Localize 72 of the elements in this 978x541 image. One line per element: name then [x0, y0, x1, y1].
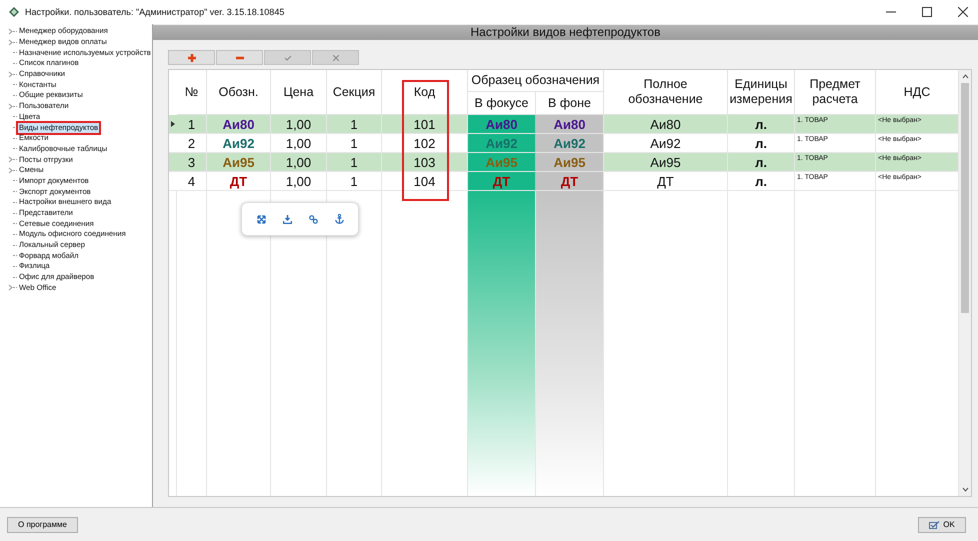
column-group-header: Образец обозначения	[471, 73, 600, 88]
download-icon[interactable]	[282, 214, 292, 224]
expand-icon[interactable]	[256, 214, 266, 224]
table-cell: Аи80	[554, 116, 586, 132]
app-icon	[8, 6, 20, 18]
table-cell: л.	[755, 136, 767, 150]
cross-icon	[332, 54, 338, 60]
table-cell: 1,00	[286, 116, 312, 132]
table-cell: Аи95	[650, 154, 681, 170]
column-header: Секция	[332, 84, 376, 100]
table-cell: Аи92	[486, 136, 518, 150]
table-cell: 1	[188, 116, 196, 132]
maximize-icon[interactable]	[922, 7, 932, 17]
table-cell: 3	[188, 154, 196, 170]
add-button[interactable]	[168, 50, 215, 65]
link-icon[interactable]	[308, 214, 318, 224]
scroll-down-icon[interactable]	[962, 487, 968, 492]
table-cell: ДТ	[657, 174, 674, 188]
table-cell: Аи95	[554, 154, 586, 170]
panel-header: Настройки видов нефтепродуктов	[153, 25, 978, 40]
chevron-icon[interactable]	[8, 284, 13, 292]
checkmark-icon	[929, 520, 940, 528]
table-cell: Аи95	[222, 154, 254, 170]
anchor-icon[interactable]	[334, 214, 344, 224]
column-header: Цена	[283, 84, 314, 100]
about-button[interactable]: О программе	[7, 516, 78, 532]
table-cell: Аи80	[650, 116, 681, 132]
column-header: Полное обозначение	[627, 77, 704, 107]
column-header: Предмет расчета	[808, 77, 862, 107]
table-cell: л.	[755, 174, 767, 188]
table-cell: л.	[755, 116, 767, 132]
table-cell: Аи92	[554, 136, 586, 150]
scrollbar[interactable]	[959, 70, 971, 496]
table-cell: ДТ	[560, 174, 578, 188]
column-header: В фокусе	[474, 96, 528, 110]
table-cell: 1	[350, 136, 358, 150]
minus-icon	[236, 56, 244, 60]
column-header: Код	[414, 84, 436, 100]
table-cell: 1	[350, 116, 358, 132]
table-cell: л.	[755, 154, 767, 170]
table-cell: Аи80	[222, 116, 254, 132]
close-icon[interactable]	[958, 7, 968, 17]
table-cell: 104	[414, 174, 436, 188]
table-cell: 103	[414, 154, 436, 170]
table-cell: 4	[188, 174, 196, 188]
check-icon	[284, 54, 292, 60]
table-cell: 1,00	[286, 174, 312, 188]
column-header: Единицы измерения	[728, 77, 794, 107]
table-cell: 1,00	[286, 154, 312, 170]
column-header: Обозн.	[218, 84, 258, 100]
column-header: НДС	[902, 84, 932, 100]
table-cell: 1,00	[286, 136, 312, 150]
ok-button[interactable]: OK	[918, 516, 966, 532]
table-cell: 1	[350, 174, 358, 188]
table-cell: Аи95	[486, 154, 518, 170]
table-cell: ДТ	[492, 174, 510, 188]
table-cell: Аи92	[222, 136, 254, 150]
table-cell: 101	[414, 116, 436, 132]
column-header: В фоне	[548, 96, 591, 110]
table-cell: ДТ	[230, 174, 248, 188]
chevron-icon[interactable]	[8, 70, 13, 78]
table-cell: 102	[414, 136, 436, 150]
table-cell: Аи80	[486, 116, 518, 132]
remove-button[interactable]	[216, 50, 263, 65]
scroll-up-icon[interactable]	[962, 74, 968, 79]
chevron-icon[interactable]	[8, 102, 13, 110]
table-cell: Аи92	[650, 136, 681, 150]
column-header: №	[184, 84, 198, 100]
table-cell: 2	[188, 136, 196, 150]
table-cell: 1	[350, 154, 358, 170]
window-title: Настройки. пользователь: "Администратор" ver. 3.15.18.10845	[25, 7, 284, 17]
plus-icon	[188, 54, 196, 62]
